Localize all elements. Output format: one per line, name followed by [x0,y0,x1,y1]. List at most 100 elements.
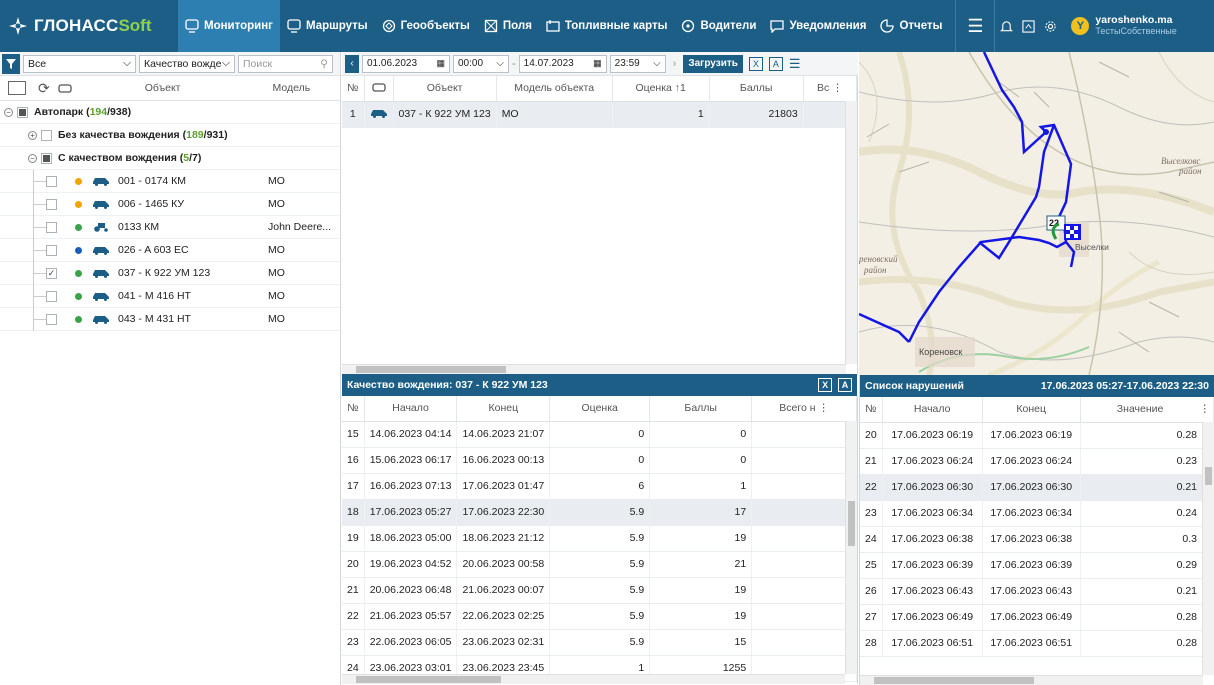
tree-group-no-quality[interactable]: + Без качества вождения (189/931) [0,124,340,147]
nav-routes[interactable]: Маршруты [280,0,375,52]
table-row[interactable]: 19 18.06.2023 05:00 18.06.2023 21:12 5.9 19 [342,525,857,552]
col-object-header[interactable]: Объект [145,82,181,94]
collapse-left-button[interactable]: ‹ [345,54,359,73]
date-from-input[interactable]: 01.06.2023 ▦ [362,54,450,73]
refresh-icon[interactable]: ⟳ [38,80,50,97]
col-num[interactable]: № [342,396,365,422]
vehicle-row[interactable]: 001 - 0174 КМ MO [0,169,340,193]
filter-all-select[interactable]: Все ⌵ [23,54,136,73]
collapse-icon[interactable]: − [4,107,13,117]
vehicle-checkbox[interactable] [46,290,57,302]
expand-icon[interactable]: + [28,130,37,140]
bell-icon[interactable] [995,0,1017,52]
tree-group-quality[interactable]: − С качеством вождения (5/7) [0,147,340,170]
col-points[interactable]: Баллы [709,76,804,102]
table-row[interactable]: 17 16.06.2023 07:13 17.06.2023 01:47 6 1 [342,473,857,500]
group-checkbox[interactable] [41,129,52,141]
table-row[interactable]: 18 17.06.2023 05:27 17.06.2023 22:30 5.9 17 [342,499,857,526]
nav-monitoring[interactable]: Мониторинг [178,0,280,52]
nav-fields[interactable]: Поля [477,0,539,52]
nav-fuel-cards[interactable]: Топливные карты [539,0,675,52]
more-vert-icon[interactable]: ⋮ [818,402,829,414]
col-model[interactable]: Модель объекта [496,76,613,102]
search-input[interactable]: Поиск ⚲ [238,54,333,73]
table-row[interactable]: 28 17.06.2023 06:51 17.06.2023 06:51 0.28 [860,630,1214,657]
excel-export-icon[interactable]: X [818,378,833,392]
car-filter-icon[interactable] [58,82,72,94]
vehicle-checkbox[interactable] [46,221,57,233]
col-score[interactable]: Оценка [549,396,651,422]
chevron-right-icon[interactable]: › [673,58,677,70]
nav-notifications[interactable]: Уведомления [763,0,873,52]
table-row[interactable]: 22 21.06.2023 05:57 22.06.2023 02:25 5.9 19 [342,603,857,630]
vehicle-checkbox[interactable]: ✓ [46,267,57,279]
finish-flag-marker[interactable] [1064,224,1081,240]
time-to-select[interactable]: 23:59 ⌵ [609,54,666,73]
pdf-export-icon[interactable]: A [768,56,783,71]
col-total[interactable]: Всего н ⋮ [751,396,857,422]
table-row[interactable]: 26 17.06.2023 06:43 17.06.2023 06:43 0.21 [860,578,1214,605]
nav-geoobjects[interactable]: Геообъекты [375,0,477,52]
table-row[interactable]: 22 17.06.2023 06:30 17.06.2023 06:30 0.21 [860,474,1214,501]
more-vert-icon[interactable]: ⋮ [1200,403,1211,415]
objects-vscroll[interactable] [845,101,857,364]
screen-icon[interactable] [1017,0,1039,52]
settings-icon[interactable] [1039,0,1061,52]
vehicle-checkbox[interactable] [46,244,57,256]
filter-icon[interactable] [2,53,20,74]
load-button[interactable]: Загрузить [683,54,743,73]
quality-vscroll[interactable] [845,421,857,674]
date-to-input[interactable]: 14.07.2023 ▦ [518,54,607,73]
vehicle-row[interactable]: ✓ 037 - К 922 УМ 123 MO [0,261,340,285]
vehicle-checkbox[interactable] [46,198,57,210]
nav-drivers[interactable]: Водители [674,0,763,52]
collapse-icon[interactable]: − [28,153,37,163]
violations-vscroll[interactable] [1202,422,1214,675]
vehicle-checkbox[interactable] [46,313,57,325]
objects-hscroll[interactable] [342,364,846,374]
table-row[interactable]: 24 17.06.2023 06:38 17.06.2023 06:38 0.3 [860,526,1214,553]
table-row[interactable]: 16 15.06.2023 06:17 16.06.2023 00:13 0 0 [342,447,857,474]
vehicle-row[interactable]: 0133 КМ John Deere... [0,215,340,239]
app-logo[interactable]: ГЛОНАСС Soft [0,0,178,52]
table-row[interactable]: 23 22.06.2023 06:05 23.06.2023 02:31 5.9 15 [342,629,857,656]
violations-hscroll[interactable] [860,675,1203,685]
col-start[interactable]: Начало [882,397,983,423]
group-checkbox[interactable] [41,152,52,164]
table-row[interactable]: 21 17.06.2023 06:24 17.06.2023 06:24 0.23 [860,448,1214,475]
time-from-select[interactable]: 00:00 ⌵ [453,54,509,73]
table-row[interactable]: 15 14.06.2023 04:14 14.06.2023 21:07 0 0 [342,421,857,448]
vehicle-row[interactable]: 043 - М 431 НТ MO [0,307,340,331]
map-canvas[interactable]: 22 Выселковс район Выселки реновский рай… [859,52,1214,375]
table-row[interactable]: 25 17.06.2023 06:39 17.06.2023 06:39 0.29 [860,552,1214,579]
col-end[interactable]: Конец [456,396,551,422]
nav-reports[interactable]: Отчеты [873,0,949,52]
col-extra[interactable]: Вс ⋮ [803,76,858,102]
col-object[interactable]: Объект [393,76,497,102]
settings-sliders-icon[interactable]: ☰ [789,56,801,72]
col-end[interactable]: Конец [982,397,1081,423]
col-points[interactable]: Баллы [649,396,753,422]
quality-hscroll[interactable] [342,674,845,684]
vehicle-row[interactable]: 026 - A 603 EC MO [0,238,340,262]
table-row[interactable]: 23 17.06.2023 06:34 17.06.2023 06:34 0.24 [860,500,1214,527]
col-start[interactable]: Начало [364,396,458,422]
excel-export-icon[interactable]: X [748,56,763,71]
table-row[interactable]: 27 17.06.2023 06:49 17.06.2023 06:49 0.28 [860,604,1214,631]
vehicle-row[interactable]: 006 - 1465 КУ MO [0,192,340,216]
col-type[interactable] [364,76,394,102]
col-num[interactable]: № [860,397,883,423]
table-row[interactable]: 1 037 - К 922 УМ 123 MO 1 21803 [342,101,858,128]
col-model-header[interactable]: Модель [273,82,311,94]
vehicle-row[interactable]: 041 - М 416 НТ MO [0,284,340,308]
col-value[interactable]: Значение ⋮ [1080,397,1214,423]
tree-root[interactable]: − Автопарк (194/938) [0,101,340,124]
vehicle-checkbox[interactable] [46,175,57,187]
group-icon[interactable] [8,81,26,95]
user-menu[interactable]: Y yaroshenko.ma ТестыСобственные [1071,15,1177,37]
table-row[interactable]: 21 20.06.2023 06:48 21.06.2023 00:07 5.9 19 [342,577,857,604]
table-row[interactable]: 20 17.06.2023 06:19 17.06.2023 06:19 0.28 [860,422,1214,449]
col-num[interactable]: № [342,76,365,102]
quality-filter-select[interactable]: Качество вожде ⌵ [139,54,235,73]
col-score[interactable]: Оценка ↑1 [612,76,710,102]
